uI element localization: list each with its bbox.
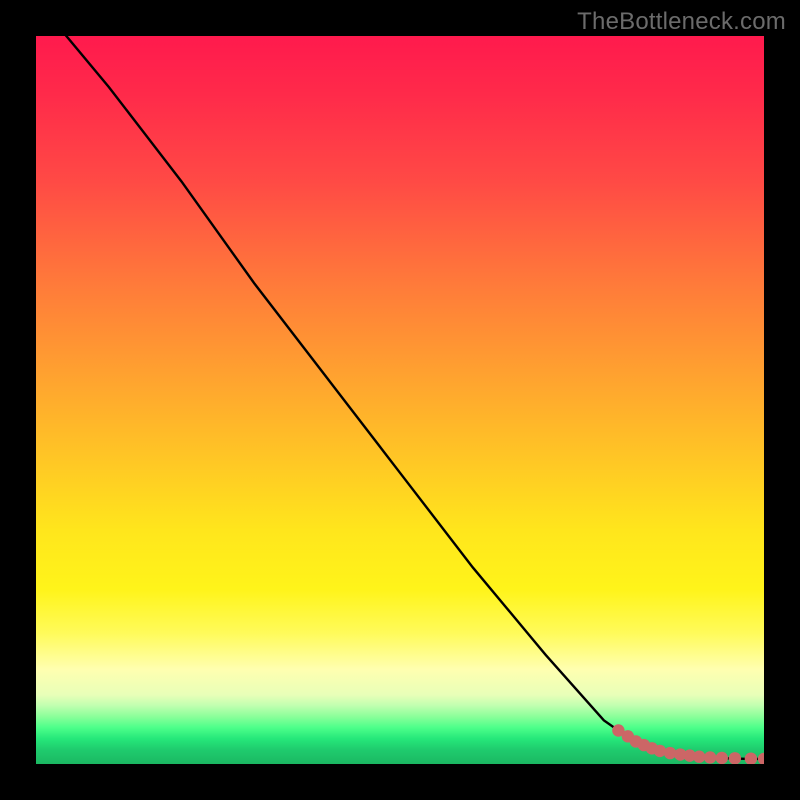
attribution-label: TheBottleneck.com bbox=[577, 8, 786, 36]
marker-dot bbox=[745, 752, 757, 764]
bottleneck-curve bbox=[36, 36, 764, 759]
marker-dot bbox=[654, 745, 666, 757]
overlay-svg bbox=[36, 36, 764, 764]
marker-dot bbox=[693, 751, 705, 763]
plot-area bbox=[36, 36, 764, 764]
marker-dot bbox=[704, 751, 716, 763]
marker-dot bbox=[758, 753, 764, 764]
marker-dot bbox=[716, 752, 728, 764]
chart-stage: TheBottleneck.com bbox=[0, 0, 800, 800]
marker-dot bbox=[729, 752, 741, 764]
